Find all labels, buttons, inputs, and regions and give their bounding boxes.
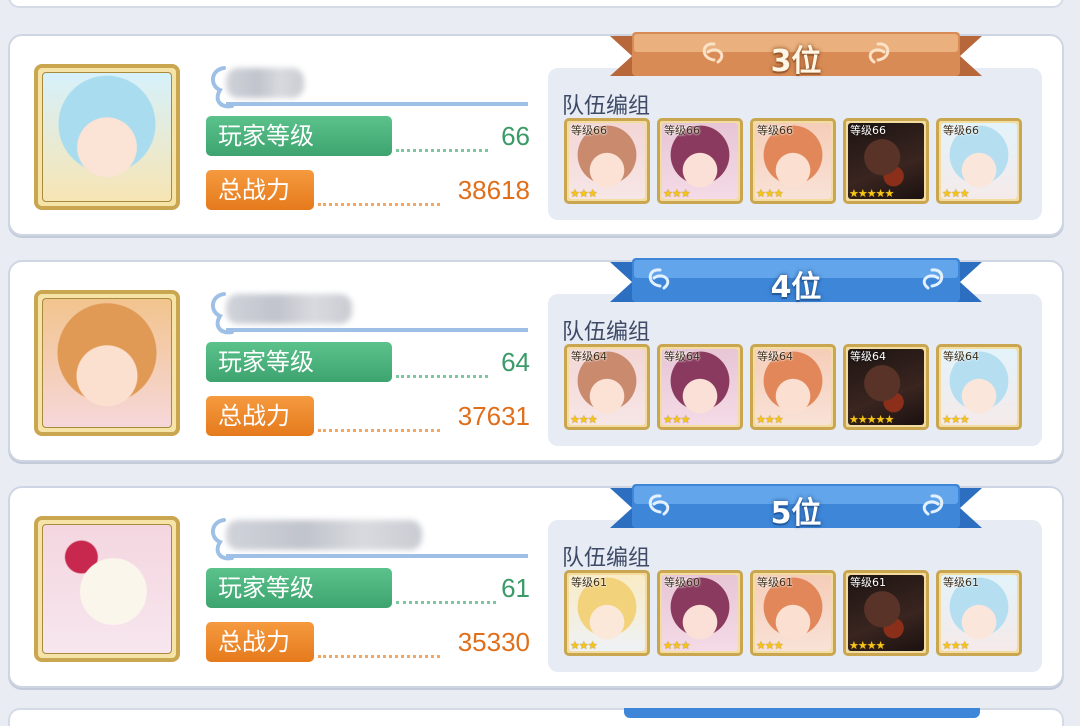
rank-card[interactable]: 玩家等级 66 总战力 38618 队伍编组 等级66 ★★★ 等级66 ★★★ 等… bbox=[8, 32, 1064, 236]
next-rank-card-edge bbox=[8, 708, 1064, 726]
total-power-label: 总战力 bbox=[206, 622, 314, 662]
unit-stars: ★★★ bbox=[663, 187, 691, 200]
team-unit[interactable]: 等级64 ★★★★★ bbox=[843, 344, 929, 430]
player-level-label: 玩家等级 bbox=[206, 116, 392, 156]
player-name-redacted bbox=[226, 294, 352, 324]
total-power-row: 总战力 37631 bbox=[206, 396, 530, 436]
unit-stars: ★★★ bbox=[570, 639, 598, 652]
unit-level: 等级64 bbox=[571, 350, 607, 363]
unit-stars: ★★★ bbox=[663, 639, 691, 652]
unit-level: 等级64 bbox=[850, 350, 886, 363]
team-unit[interactable]: 等级64 ★★★ bbox=[564, 344, 650, 430]
unit-level: 等级66 bbox=[943, 124, 979, 137]
avatar-image bbox=[42, 72, 172, 202]
unit-stars: ★★★ bbox=[756, 187, 784, 200]
avatar-image bbox=[42, 524, 172, 654]
unit-level: 等级64 bbox=[943, 350, 979, 363]
dotted-leader bbox=[396, 374, 488, 378]
team-unit[interactable]: 等级61 ★★★★ bbox=[843, 570, 929, 656]
unit-stars: ★★★ bbox=[942, 639, 970, 652]
team-panel: 队伍编组 等级64 ★★★ 等级64 ★★★ 等级64 ★★★ 等级64 ★★★★★ 等… bbox=[548, 294, 1042, 446]
team-panel: 队伍编组 等级61 ★★★ 等级60 ★★★ 等级61 ★★★ 等级61 ★★★★ 等级… bbox=[548, 520, 1042, 672]
player-level-value: 61 bbox=[501, 573, 530, 603]
unit-level: 等级66 bbox=[571, 124, 607, 137]
total-power-value: 37631 bbox=[457, 401, 530, 431]
unit-stars: ★★★ bbox=[570, 187, 598, 200]
unit-level: 等级61 bbox=[757, 576, 793, 589]
next-rank-ribbon-edge bbox=[624, 708, 980, 718]
unit-level: 等级64 bbox=[664, 350, 700, 363]
team-unit[interactable]: 等级61 ★★★ bbox=[564, 570, 650, 656]
unit-stars: ★★★ bbox=[663, 413, 691, 426]
total-power-value: 38618 bbox=[457, 175, 530, 205]
team-title: 队伍编组 bbox=[562, 546, 651, 571]
team-unit[interactable]: 等级66 ★★★ bbox=[564, 118, 650, 204]
team-unit[interactable]: 等级61 ★★★ bbox=[936, 570, 1022, 656]
team-unit[interactable]: 等级64 ★★★ bbox=[657, 344, 743, 430]
dotted-leader bbox=[318, 654, 440, 658]
rank-ribbon: 4位 bbox=[610, 256, 982, 308]
rank-ribbon: 5位 bbox=[610, 482, 982, 534]
rank-label: 3位 bbox=[770, 44, 822, 79]
unit-stars: ★★★ bbox=[570, 413, 598, 426]
total-power-label: 总战力 bbox=[206, 170, 314, 210]
player-avatar[interactable] bbox=[34, 516, 180, 662]
rank-card[interactable]: 玩家等级 61 总战力 35330 队伍编组 等级61 ★★★ 等级60 ★★★ 等… bbox=[8, 484, 1064, 688]
dotted-leader bbox=[318, 428, 440, 432]
unit-level: 等级61 bbox=[943, 576, 979, 589]
total-power-label: 总战力 bbox=[206, 396, 314, 436]
unit-level: 等级61 bbox=[571, 576, 607, 589]
team-unit[interactable]: 等级64 ★★★ bbox=[750, 344, 836, 430]
unit-level: 等级60 bbox=[664, 576, 700, 589]
team-unit[interactable]: 等级66 ★★★★★ bbox=[843, 118, 929, 204]
player-avatar[interactable] bbox=[34, 64, 180, 210]
dotted-leader bbox=[396, 148, 488, 152]
team-unit[interactable]: 等级66 ★★★ bbox=[936, 118, 1022, 204]
unit-stars: ★★★ bbox=[942, 413, 970, 426]
total-power-row: 总战力 38618 bbox=[206, 170, 530, 210]
unit-level: 等级61 bbox=[850, 576, 886, 589]
team-slots: 等级61 ★★★ 等级60 ★★★ 等级61 ★★★ 等级61 ★★★★ 等级61 ★★★ bbox=[564, 570, 1022, 656]
team-slots: 等级64 ★★★ 等级64 ★★★ 等级64 ★★★ 等级64 ★★★★★ 等级64 ★★… bbox=[564, 344, 1022, 430]
unit-stars: ★★★★ bbox=[849, 639, 885, 652]
unit-stars: ★★★ bbox=[756, 413, 784, 426]
avatar-image bbox=[42, 298, 172, 428]
player-name-redacted bbox=[226, 520, 422, 550]
total-power-value: 35330 bbox=[457, 627, 530, 657]
team-panel: 队伍编组 等级66 ★★★ 等级66 ★★★ 等级66 ★★★ 等级66 ★★★★★ 等… bbox=[548, 68, 1042, 220]
team-title: 队伍编组 bbox=[562, 94, 651, 119]
player-level-row: 玩家等级 66 bbox=[206, 116, 530, 156]
team-unit[interactable]: 等级60 ★★★ bbox=[657, 570, 743, 656]
previous-rank-card-edge bbox=[8, 0, 1064, 8]
unit-level: 等级66 bbox=[664, 124, 700, 137]
rank-card[interactable]: 玩家等级 64 总战力 37631 队伍编组 等级64 ★★★ 等级64 ★★★ 等… bbox=[8, 258, 1064, 462]
unit-level: 等级64 bbox=[757, 350, 793, 363]
unit-stars: ★★★★★ bbox=[849, 413, 894, 426]
team-slots: 等级66 ★★★ 等级66 ★★★ 等级66 ★★★ 等级66 ★★★★★ 等级66 ★★… bbox=[564, 118, 1022, 204]
total-power-row: 总战力 35330 bbox=[206, 622, 530, 662]
unit-stars: ★★★ bbox=[942, 187, 970, 200]
player-level-row: 玩家等级 64 bbox=[206, 342, 530, 382]
rank-ribbon: 3位 bbox=[610, 30, 982, 82]
team-unit[interactable]: 等级66 ★★★ bbox=[750, 118, 836, 204]
player-level-value: 66 bbox=[501, 121, 530, 151]
unit-stars: ★★★★★ bbox=[849, 187, 894, 200]
unit-level: 等级66 bbox=[850, 124, 886, 137]
dotted-leader bbox=[318, 202, 440, 206]
rank-label: 4位 bbox=[770, 270, 822, 305]
unit-stars: ★★★ bbox=[756, 639, 784, 652]
player-level-row: 玩家等级 61 bbox=[206, 568, 530, 608]
team-title: 队伍编组 bbox=[562, 320, 651, 345]
team-unit[interactable]: 等级64 ★★★ bbox=[936, 344, 1022, 430]
player-level-label: 玩家等级 bbox=[206, 568, 392, 608]
rank-label: 5位 bbox=[770, 496, 822, 531]
team-unit[interactable]: 等级61 ★★★ bbox=[750, 570, 836, 656]
player-level-value: 64 bbox=[501, 347, 530, 377]
player-name-redacted bbox=[226, 68, 304, 98]
dotted-leader bbox=[396, 600, 496, 604]
player-avatar[interactable] bbox=[34, 290, 180, 436]
player-level-label: 玩家等级 bbox=[206, 342, 392, 382]
unit-level: 等级66 bbox=[757, 124, 793, 137]
team-unit[interactable]: 等级66 ★★★ bbox=[657, 118, 743, 204]
